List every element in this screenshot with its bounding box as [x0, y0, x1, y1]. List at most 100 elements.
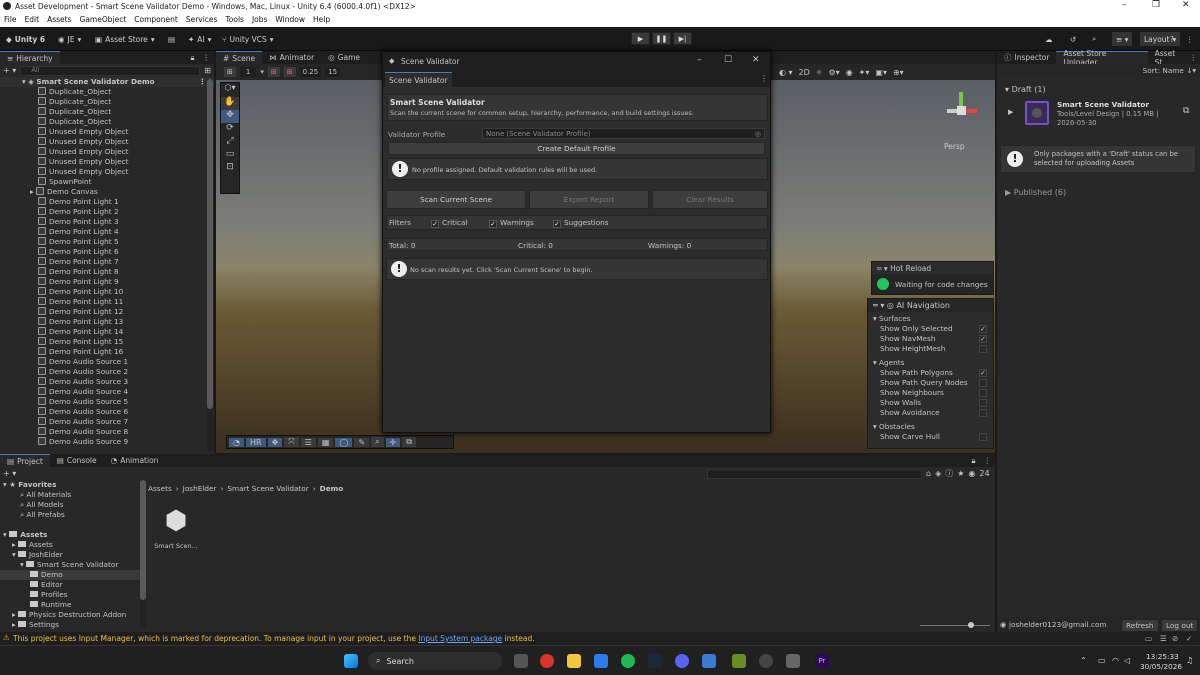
hierarchy-item[interactable]: Unused Empty Object [0, 127, 214, 137]
more-icon[interactable]: ⋮ [980, 454, 996, 467]
filter-warnings[interactable]: ✓ Warnings [489, 218, 553, 228]
hierarchy-item[interactable]: Demo Point Light 1 [0, 197, 214, 207]
nav-option[interactable]: Show HeightMesh [868, 344, 993, 354]
notification-bell-icon[interactable]: ♫ [1186, 656, 1193, 665]
project-search-input[interactable] [707, 468, 922, 479]
filter-critical[interactable]: ✓ Critical [431, 218, 489, 228]
hierarchy-item[interactable]: Demo Audio Source 1 [0, 357, 214, 367]
hierarchy-item[interactable]: Unused Empty Object [0, 157, 214, 167]
hierarchy-item[interactable]: Demo Point Light 4 [0, 227, 214, 237]
tilemap-icon[interactable]: ☰ [300, 437, 316, 447]
draft-section-header[interactable]: ▾ Draft (1) [997, 77, 1200, 94]
star-icon[interactable]: ★ [957, 469, 964, 478]
hierarchy-item[interactable]: Demo Point Light 8 [0, 267, 214, 277]
scale-snap-field[interactable]: 0.25 [299, 67, 322, 77]
menu-file[interactable]: File [0, 13, 21, 26]
copy-icon[interactable]: ⧉ [402, 437, 416, 447]
nav-option[interactable]: Show NavMesh ✓ [868, 334, 993, 344]
hierarchy-item[interactable]: Demo Point Light 2 [0, 207, 214, 217]
tab-scene[interactable]: # Scene [216, 51, 263, 64]
hr-button[interactable]: HR [245, 437, 266, 447]
check-status-icon[interactable]: ✓ [1186, 634, 1192, 643]
surfaces-header[interactable]: ▾ Surfaces [868, 314, 993, 324]
tab-scene-validator[interactable]: Scene Validator [385, 72, 452, 88]
menu-edit[interactable]: Edit [21, 13, 44, 26]
hierarchy-item[interactable]: Demo Point Light 12 [0, 307, 214, 317]
volume-icon[interactable]: ◁ [1124, 656, 1130, 665]
nav-option[interactable]: Show Walls [868, 398, 993, 408]
task-view-icon[interactable] [514, 654, 528, 668]
progress-icon[interactable]: ▭ [1145, 634, 1152, 643]
hand-tool-icon[interactable]: ✋ [221, 97, 239, 110]
effects-icon[interactable]: ✦▾ [859, 68, 870, 77]
layers-button[interactable]: ≡ ▾ [1112, 32, 1133, 46]
hierarchy-item[interactable]: Demo Audio Source 5 [0, 397, 214, 407]
editor-icon[interactable] [702, 654, 716, 668]
help-icon[interactable]: ? [1170, 32, 1174, 46]
clear-results-button[interactable]: Clear Results [652, 190, 768, 209]
more-icon[interactable]: ⋮ [1187, 51, 1200, 64]
account-button[interactable]: ◉ JE ▾ [58, 32, 81, 46]
angle-snap-field[interactable]: 15 [325, 67, 341, 77]
hierarchy-item[interactable]: SpawnPoint [0, 177, 214, 187]
filter-icon[interactable]: ⊞ [204, 66, 211, 75]
scale-snap-icon[interactable]: ⊞ [283, 67, 296, 77]
cloud-icon[interactable]: ☁ [1045, 32, 1053, 46]
tab-animator[interactable]: ⋈ Animator [262, 51, 321, 64]
hierarchy-search-input[interactable] [20, 65, 201, 76]
minimize-icon[interactable]: – [1122, 0, 1127, 10]
hierarchy-item[interactable]: Demo Point Light 15 [0, 337, 214, 347]
maximize-icon[interactable]: ☐ [724, 55, 732, 65]
camera-icon[interactable]: ▣▾ [875, 68, 887, 77]
premiere-icon[interactable]: Pr [815, 654, 829, 668]
asset-store-button[interactable]: ▣ Asset Store ▾ [95, 32, 155, 46]
logout-button[interactable]: Log out [1161, 619, 1199, 632]
project-folder[interactable]: Profiles [0, 590, 146, 600]
project-folder[interactable]: ▸ Assets [0, 540, 146, 550]
cloud-button[interactable]: ▤ [168, 32, 175, 46]
menu-assets[interactable]: Assets [43, 13, 75, 26]
refresh-button[interactable]: Refresh [1121, 619, 1159, 632]
wifi-icon[interactable]: ◠ [1112, 656, 1119, 665]
hierarchy-item[interactable]: Demo Audio Source 6 [0, 407, 214, 417]
scene-root[interactable]: ▾ ◈ Smart Scene Validator Demo ⋮ [0, 77, 214, 87]
rotate-tool-icon[interactable]: ⟳ [221, 123, 239, 136]
lock-icon[interactable]: 🔒︎ [187, 51, 199, 64]
lighting-icon[interactable]: ✧ [816, 68, 823, 77]
hierarchy-item[interactable]: Demo Point Light 14 [0, 327, 214, 337]
project-folder[interactable]: ▾ Smart Scene Validator [0, 560, 146, 570]
label-icon[interactable]: ◈ [935, 469, 941, 478]
hierarchy-item[interactable]: Unused Empty Object [0, 137, 214, 147]
play-button[interactable]: ▶ [631, 32, 650, 45]
tray-chevron-icon[interactable]: ⌃ [1080, 656, 1087, 665]
project-tree-scrollbar[interactable] [140, 480, 146, 628]
brush-icon[interactable]: ✎ [354, 437, 370, 447]
checkbox-icon[interactable] [979, 409, 987, 417]
search-icon[interactable]: ⌕ [1092, 32, 1096, 46]
asset-item[interactable]: ⬢ Smart Scen... [154, 504, 198, 550]
notifications-icon[interactable]: ☰ [1160, 634, 1167, 643]
filter-type-icon[interactable]: ⌂ [926, 469, 931, 478]
favorite-item[interactable]: ⌕ All Models [0, 500, 146, 510]
store-icon[interactable] [594, 654, 608, 668]
terrain-icon[interactable]: ▦ [317, 437, 334, 447]
maximize-icon[interactable]: ❐ [1152, 0, 1160, 10]
tab-project[interactable]: ▤ Project [0, 454, 50, 467]
hierarchy-item[interactable]: Demo Point Light 16 [0, 347, 214, 357]
filter-suggestions[interactable]: ✓ Suggestions [553, 218, 609, 228]
checkbox-icon[interactable]: ✓ [979, 325, 987, 333]
nav-option[interactable]: Show Only Selected ✓ [868, 324, 993, 334]
paint-icon[interactable] [732, 654, 746, 668]
pause-button[interactable]: ❚❚ [652, 32, 671, 45]
sphere-icon[interactable]: ◯ [335, 437, 353, 447]
hierarchy-item[interactable]: Demo Point Light 13 [0, 317, 214, 327]
lock-icon[interactable]: 🔒︎ [968, 454, 980, 467]
hierarchy-item[interactable]: Duplicate_Object [0, 87, 214, 97]
agents-header[interactable]: ▾ Agents [868, 358, 993, 368]
hierarchy-item[interactable]: Demo Audio Source 3 [0, 377, 214, 387]
nav-option[interactable]: Show Path Polygons ✓ [868, 368, 993, 378]
cloud-status-icon[interactable]: ⊘ [1172, 634, 1178, 643]
hierarchy-item[interactable]: Demo Point Light 10 [0, 287, 214, 297]
more-icon[interactable]: ⋮ [1186, 32, 1194, 46]
menu-window[interactable]: Window [271, 13, 309, 26]
